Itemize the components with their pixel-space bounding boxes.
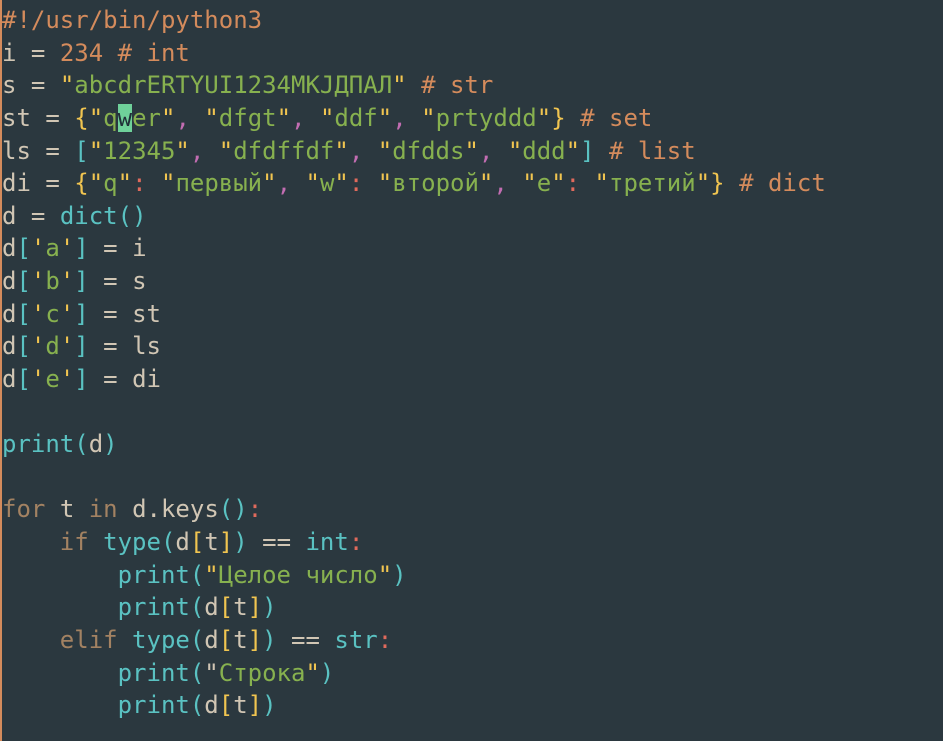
- line-5: ls = ["12345", "dfdffdf", "dfdds", "ddd"…: [2, 135, 943, 168]
- line-12: d['e'] = di: [2, 363, 943, 396]
- line-1: #!/usr/bin/python3: [2, 4, 943, 37]
- line-21: print("Строка"): [2, 657, 943, 690]
- text-cursor: w: [118, 104, 132, 132]
- line-22: print(d[t]): [2, 689, 943, 722]
- line-17: if type(d[t]) == int:: [2, 526, 943, 559]
- line-14: print(d): [2, 428, 943, 461]
- line-9: d['b'] = s: [2, 265, 943, 298]
- line-10: d['c'] = st: [2, 298, 943, 331]
- line-2: i = 234 # int: [2, 37, 943, 70]
- shebang: #!/usr/bin/python3: [2, 6, 262, 34]
- line-18: print("Целое число"): [2, 559, 943, 592]
- line-8: d['a'] = i: [2, 232, 943, 265]
- line-15: [2, 461, 943, 494]
- line-7: d = dict(): [2, 200, 943, 233]
- line-11: d['d'] = ls: [2, 330, 943, 363]
- line-3: s = "abcdrERTYUI1234MKJДПАЛ" # str: [2, 69, 943, 102]
- line-16: for t in d.keys():: [2, 493, 943, 526]
- code-editor[interactable]: #!/usr/bin/python3 i = 234 # ints = "abcd…: [2, 4, 943, 722]
- line-20: elif type(d[t]) == str:: [2, 624, 943, 657]
- line-13: [2, 396, 943, 429]
- line-4: st = {"qwer", "dfgt", "ddf", "prtyddd"} …: [2, 102, 943, 135]
- line-19: print(d[t]): [2, 591, 943, 624]
- line-6: di = {"q": "первый", "w": "второй", "e":…: [2, 167, 943, 200]
